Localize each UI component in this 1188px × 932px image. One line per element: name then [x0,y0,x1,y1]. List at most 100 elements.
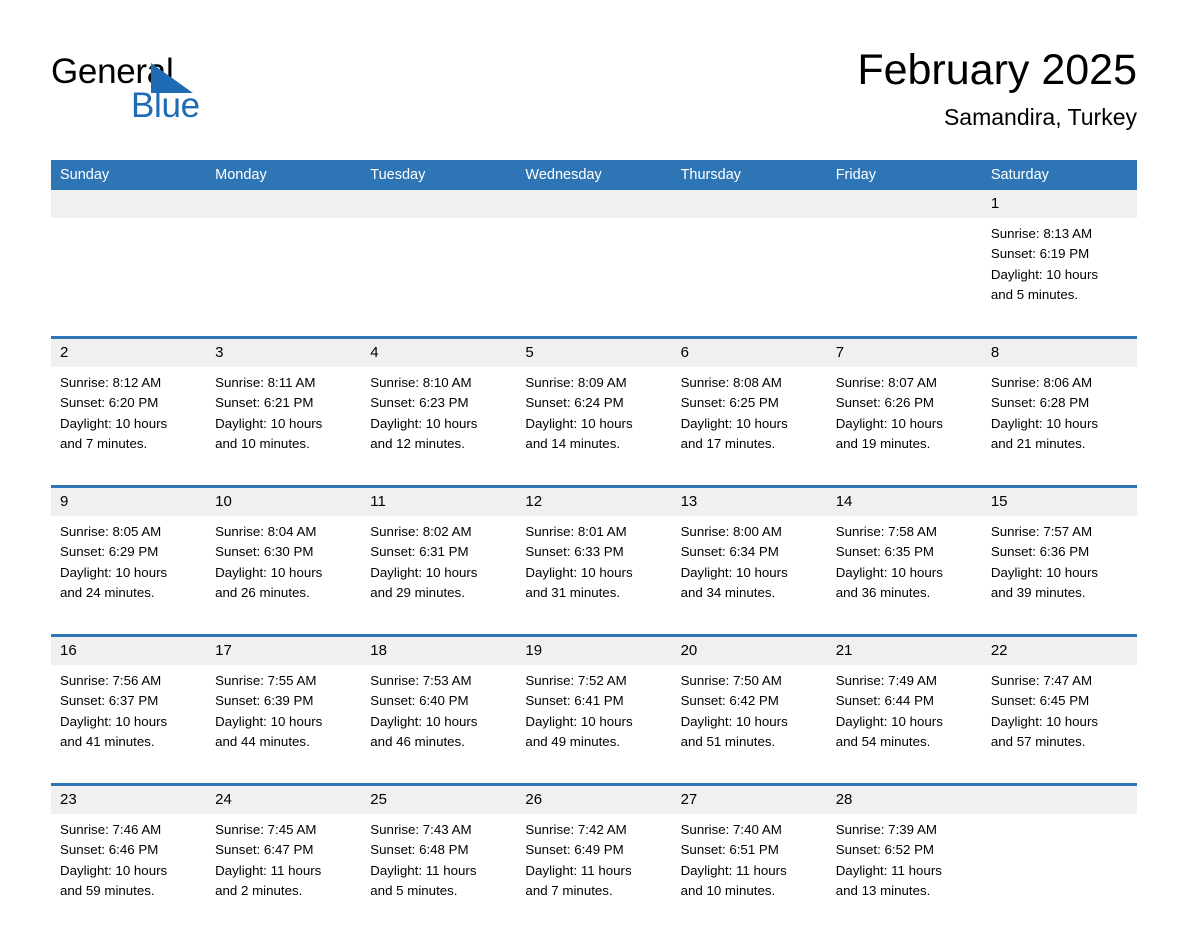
day-cell-24[interactable]: Sunrise: 7:45 AM Sunset: 6:47 PM Daylight:… [206,814,362,932]
day-cell-empty [51,218,207,336]
day-cell-2[interactable]: Sunrise: 8:12 AM Sunset: 6:20 PM Daylight:… [51,367,207,485]
day-detail-line: and 2 minutes. [215,882,303,898]
day-number-12[interactable]: 12 [516,488,672,516]
day-number-25[interactable]: 25 [361,786,517,814]
day-detail-line: Sunset: 6:21 PM [215,395,314,411]
day-number-row: 23 24 25 26 27 28 [51,786,1137,814]
day-cell-15[interactable]: Sunrise: 7:57 AM Sunset: 6:36 PM Daylight:… [981,516,1137,634]
day-cell-8[interactable]: Sunrise: 8:06 AM Sunset: 6:28 PM Daylight:… [981,367,1137,485]
day-number-27[interactable]: 27 [671,786,827,814]
day-detail-line: Sunrise: 7:58 AM [835,524,937,539]
day-cell-9[interactable]: Sunrise: 8:05 AM Sunset: 6:29 PM Daylight:… [51,516,207,634]
day-number-3[interactable]: 3 [206,339,362,367]
day-number-21[interactable]: 21 [826,637,982,665]
day-number-row: 2345678 [51,339,1137,367]
day-detail-line: Daylight: 11 hours [215,862,322,878]
day-cell-empty [516,218,672,336]
day-number-row: 9 10 11 12 13 14 15 [51,488,1137,516]
day-number-15[interactable]: 15 [981,488,1137,516]
calendar-body: 1 Sunrise: 8:13 AM Sunset: 6:19 PM Daylight… [51,190,1137,932]
day-cell-27[interactable]: Sunrise: 7:40 AM Sunset: 6:51 PM Daylight:… [671,814,827,932]
day-detail-line: Sunrise: 8:13 AM [990,226,1093,241]
day-cell-12[interactable]: Sunrise: 8:01 AM Sunset: 6:33 PM Daylight:… [516,516,672,634]
day-cell-28[interactable]: Sunrise: 7:39 AM Sunset: 6:52 PM Daylight:… [826,814,982,932]
day-cell-18[interactable]: Sunrise: 7:53 AM Sunset: 6:40 PM Daylight:… [361,665,517,783]
day-cell-13[interactable]: Sunrise: 8:00 AM Sunset: 6:34 PM Daylight:… [671,516,827,634]
day-number-empty [981,786,1137,814]
day-cell-26[interactable]: Sunrise: 7:42 AM Sunset: 6:49 PM Daylight:… [516,814,672,932]
title-block: February 2025 Samandira, Turkey [857,44,1137,132]
day-number-2[interactable]: 2 [51,339,207,367]
day-number-empty [51,190,207,218]
day-detail-line: Sunrise: 7:40 AM [680,822,782,837]
day-detail-line: Sunrise: 7:52 AM [525,673,627,688]
day-detail-line: and 13 minutes. [835,882,931,898]
day-detail-line: Sunset: 6:45 PM [990,693,1090,709]
day-cell-5[interactable]: Sunrise: 8:09 AM Sunset: 6:24 PM Daylight:… [516,367,672,485]
day-number-5[interactable]: 5 [516,339,672,367]
day-number-24[interactable]: 24 [206,786,362,814]
day-number-4[interactable]: 4 [361,339,517,367]
day-detail-line: and 59 minutes. [60,882,155,898]
day-detail-line: Daylight: 10 hours [60,862,168,878]
weekday-header-thursday: Thursday [671,160,827,190]
day-cell-10[interactable]: Sunrise: 8:04 AM Sunset: 6:30 PM Daylight:… [206,516,362,634]
day-cell-21[interactable]: Sunrise: 7:49 AM Sunset: 6:44 PM Daylight:… [826,665,982,783]
day-cell-25[interactable]: Sunrise: 7:43 AM Sunset: 6:48 PM Daylight:… [361,814,517,932]
day-number-7[interactable]: 7 [826,339,982,367]
day-cell-11[interactable]: Sunrise: 8:02 AM Sunset: 6:31 PM Daylight:… [361,516,517,634]
day-number-16[interactable]: 16 [51,637,207,665]
day-cell-22[interactable]: Sunrise: 7:47 AM Sunset: 6:45 PM Daylight:… [981,665,1137,783]
day-detail-line: Daylight: 10 hours [680,415,788,431]
day-number-6[interactable]: 6 [671,339,827,367]
day-detail-line: Sunrise: 8:12 AM [60,375,162,390]
day-number-11[interactable]: 11 [361,488,517,516]
day-detail-line: Sunrise: 7:42 AM [525,822,627,837]
day-number-empty [206,190,362,218]
day-detail-line: Sunrise: 8:11 AM [215,375,316,390]
day-cell-14[interactable]: Sunrise: 7:58 AM Sunset: 6:35 PM Daylight:… [826,516,982,634]
day-number-28[interactable]: 28 [826,786,982,814]
day-number-22[interactable]: 22 [981,637,1137,665]
day-detail-line: Daylight: 10 hours [990,266,1099,282]
day-detail-line: and 5 minutes. [370,882,458,898]
calendar-page: General Blue February 2025 Samandira, Tu… [0,0,1188,932]
day-detail-row: Sunrise: 7:46 AM Sunset: 6:46 PM Daylight:… [51,814,1137,932]
day-detail-line: Daylight: 10 hours [525,564,633,580]
day-cell-20[interactable]: Sunrise: 7:50 AM Sunset: 6:42 PM Daylight:… [671,665,827,783]
page-subtitle: Samandira, Turkey [943,104,1137,130]
day-number-18[interactable]: 18 [361,637,517,665]
day-cell-23[interactable]: Sunrise: 7:46 AM Sunset: 6:46 PM Daylight:… [51,814,207,932]
day-number-10[interactable]: 10 [206,488,362,516]
day-detail-line: and 17 minutes. [680,435,776,451]
day-number-14[interactable]: 14 [826,488,982,516]
day-number-1[interactable]: 1 [981,190,1137,218]
weekday-header-sunday: Sunday [51,160,207,190]
day-number-9[interactable]: 9 [51,488,207,516]
day-detail-line: Sunrise: 7:56 AM [60,673,162,688]
day-detail-line: Sunset: 6:33 PM [525,544,624,560]
day-detail-line: Sunset: 6:49 PM [525,842,624,858]
day-detail-line: Sunset: 6:20 PM [60,395,159,411]
day-cell-6[interactable]: Sunrise: 8:08 AM Sunset: 6:25 PM Daylight:… [671,367,827,485]
day-cell-3[interactable]: Sunrise: 8:11 AM Sunset: 6:21 PM Daylight:… [206,367,362,485]
day-cell-1[interactable]: Sunrise: 8:13 AM Sunset: 6:19 PM Daylight:… [981,218,1137,336]
day-number-23[interactable]: 23 [51,786,207,814]
day-cell-17[interactable]: Sunrise: 7:55 AM Sunset: 6:39 PM Daylight:… [206,665,362,783]
day-detail-line: Sunrise: 8:02 AM [370,524,472,539]
day-number-19[interactable]: 19 [516,637,672,665]
day-number-26[interactable]: 26 [516,786,672,814]
day-cell-16[interactable]: Sunrise: 7:56 AM Sunset: 6:37 PM Daylight:… [51,665,207,783]
day-cell-19[interactable]: Sunrise: 7:52 AM Sunset: 6:41 PM Daylight:… [516,665,672,783]
day-detail-line: Sunset: 6:34 PM [680,544,779,560]
day-detail-line: Daylight: 10 hours [990,564,1099,580]
day-cell-4[interactable]: Sunrise: 8:10 AM Sunset: 6:23 PM Daylight:… [361,367,517,485]
day-number-8[interactable]: 8 [981,339,1137,367]
day-detail-line: Sunset: 6:48 PM [370,842,469,858]
day-number-17[interactable]: 17 [206,637,362,665]
day-detail-line: Daylight: 10 hours [835,713,943,729]
day-cell-7[interactable]: Sunrise: 8:07 AM Sunset: 6:26 PM Daylight:… [826,367,982,485]
day-number-13[interactable]: 13 [671,488,827,516]
day-number-20[interactable]: 20 [671,637,827,665]
day-detail-line: Sunset: 6:40 PM [370,693,469,709]
